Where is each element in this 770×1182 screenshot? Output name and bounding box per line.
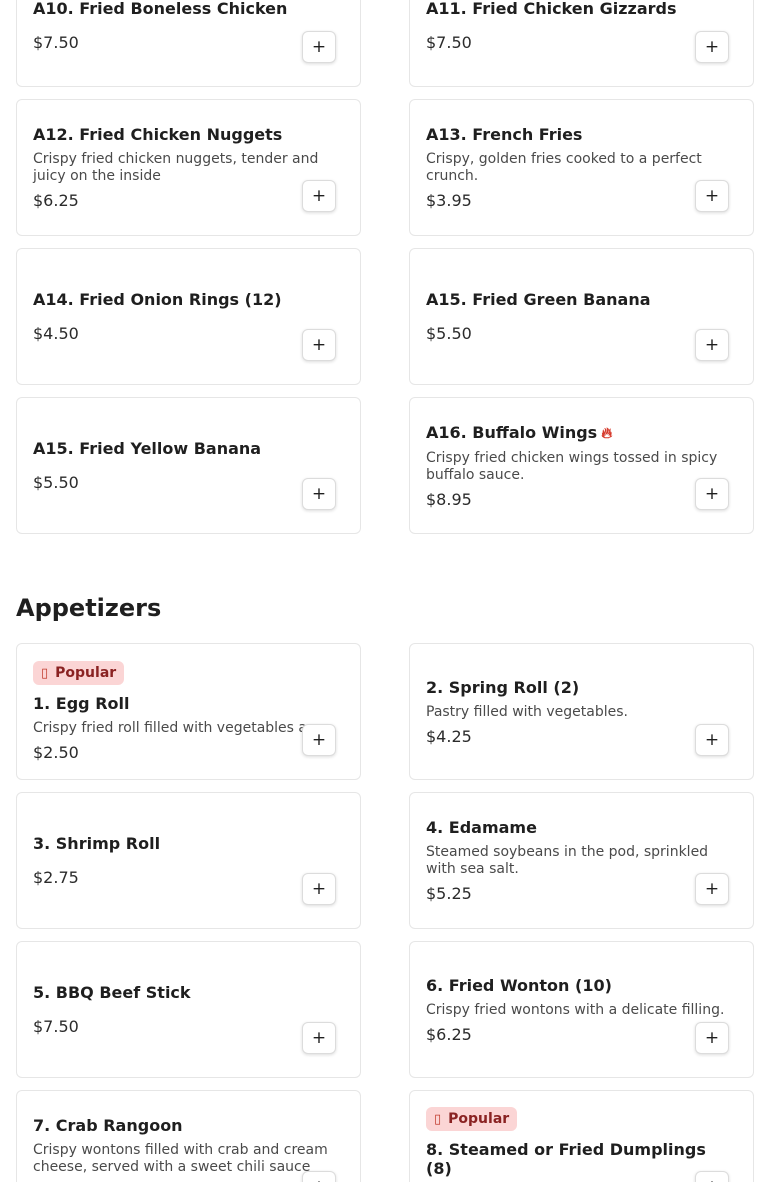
plus-icon: + [311, 36, 327, 57]
item-name: 4. Edamame [426, 818, 537, 837]
item-price: $8.95 [426, 489, 472, 509]
plus-icon: + [311, 1027, 327, 1048]
item-description: Crispy fried wontons with a delicate fil… [426, 1001, 725, 1018]
add-to-cart-button[interactable]: + [695, 180, 729, 212]
item-price: $7.50 [33, 1017, 79, 1036]
add-to-cart-button[interactable]: + [695, 873, 729, 905]
item-price: $5.25 [426, 884, 472, 903]
item-price: $7.50 [426, 33, 472, 52]
plus-icon: + [705, 1178, 719, 1182]
item-name: 2. Spring Roll (2) [426, 677, 580, 697]
item-description: Steamed soybeans in the pod, sprinkled w… [426, 844, 709, 877]
flame-icon: 🔥︎ [601, 423, 613, 442]
plus-icon: + [311, 483, 327, 504]
menu-item-card[interactable]: A11. Fried Chicken Gizzards $7.50 + [409, 0, 754, 87]
menu-item-card[interactable]: A15. Fried Yellow Banana $5.50 + [16, 397, 361, 534]
menu-item-card[interactable]: A10. Fried Boneless Chicken $7.50 + [16, 0, 361, 87]
item-name: A15. Fried Green Banana [426, 290, 651, 309]
add-to-cart-button[interactable]: + [695, 724, 729, 756]
item-description: Pastry filled with vegetables. [426, 703, 628, 720]
menu-item-card[interactable]: 6. Fried Wonton (10) Crispy fried wonton… [409, 941, 754, 1078]
item-description: Crispy fried chicken wings tossed in spi… [426, 449, 718, 483]
plus-icon: + [704, 878, 720, 899]
section-heading-appetizers: Appetizers [16, 594, 162, 622]
add-to-cart-button[interactable]: + [302, 873, 336, 905]
plus-icon: + [704, 1027, 720, 1048]
plus-icon: + [704, 483, 720, 504]
plus-icon: + [312, 1178, 326, 1182]
fire-icon: ▯ [434, 1111, 442, 1127]
item-description: Crispy, golden fries cooked to a perfect… [426, 151, 702, 184]
popular-badge: ▯ Popular [426, 1107, 518, 1131]
item-name: 1. Egg Roll [33, 694, 130, 713]
item-price: $6.25 [426, 1024, 472, 1044]
item-name: 7. Crab Rangoon [33, 1116, 183, 1135]
item-description: Crispy fried chicken nuggets, tender and… [33, 151, 319, 184]
item-name: 8. Steamed or Fried Dumplings (8) [426, 1140, 706, 1178]
badge-label: Popular [55, 665, 117, 681]
plus-icon: + [311, 334, 327, 355]
add-to-cart-button[interactable]: + [302, 31, 336, 63]
item-price: $2.50 [33, 743, 79, 762]
add-to-cart-button[interactable]: + [695, 1171, 729, 1182]
item-name: A10. Fried Boneless Chicken [33, 0, 288, 18]
add-to-cart-button[interactable]: + [695, 1022, 729, 1054]
item-name: 6. Fried Wonton (10) [426, 975, 612, 995]
menu-item-card[interactable]: 7. Crab Rangoon Crispy wontons filled wi… [16, 1090, 361, 1182]
add-to-cart-button[interactable]: + [302, 1171, 336, 1182]
add-to-cart-button[interactable]: + [302, 329, 336, 361]
item-name: 5. BBQ Beef Stick [33, 983, 191, 1002]
menu-item-card[interactable]: 5. BBQ Beef Stick $7.50 + [16, 941, 361, 1078]
item-name: A14. Fried Onion Rings (12) [33, 290, 282, 309]
plus-icon: + [704, 185, 720, 206]
item-price: $6.25 [33, 191, 79, 210]
add-to-cart-button[interactable]: + [302, 724, 336, 756]
item-price: $7.50 [33, 33, 79, 52]
plus-icon: + [704, 334, 720, 355]
add-to-cart-button[interactable]: + [695, 329, 729, 361]
add-to-cart-button[interactable]: + [695, 478, 729, 510]
item-name: A16. Buffalo Wings [426, 422, 598, 442]
add-to-cart-button[interactable]: + [302, 1022, 336, 1054]
menu-item-card[interactable]: A16. Buffalo Wings 🔥︎ Crispy fried chicke… [409, 397, 754, 534]
menu-item-card[interactable]: ▯ Popular 8. Steamed or Fried Dumplings (… [409, 1090, 754, 1182]
add-to-cart-button[interactable]: + [302, 180, 336, 212]
item-name: A15. Fried Yellow Banana [33, 439, 262, 458]
menu-item-card[interactable]: A14. Fried Onion Rings (12) $4.50 + [16, 248, 361, 385]
item-price: $5.50 [33, 473, 79, 492]
menu-item-card[interactable]: A12. Fried Chicken Nuggets Crispy fried … [16, 99, 361, 236]
item-description: Crispy wontons filled with crab and crea… [33, 1142, 328, 1175]
menu-item-card[interactable]: 2. Spring Roll (2) Pastry filled with ve… [409, 643, 754, 780]
popular-badge: ▯ Popular [33, 661, 125, 685]
item-name: A13. French Fries [426, 125, 583, 144]
plus-icon: + [704, 729, 720, 750]
plus-icon: + [311, 185, 327, 206]
menu-item-card[interactable]: A15. Fried Green Banana $5.50 + [409, 248, 754, 385]
item-price: $3.95 [426, 191, 472, 210]
item-description: Crispy fried roll filled with vegetables… [33, 720, 321, 736]
menu-item-card[interactable]: ▯ Popular 1. Egg Roll Crispy fried roll f… [16, 643, 361, 780]
item-name-row: A16. Buffalo Wings 🔥︎ [426, 423, 737, 443]
add-to-cart-button[interactable]: + [695, 31, 729, 63]
item-name: 3. Shrimp Roll [33, 834, 161, 853]
menu-item-card[interactable]: A13. French Fries Crispy, golden fries c… [409, 99, 754, 236]
plus-icon: + [311, 878, 327, 899]
item-price: $2.75 [33, 868, 79, 887]
item-name: A12. Fried Chicken Nuggets [33, 125, 283, 144]
menu-item-card[interactable]: 3. Shrimp Roll $2.75 + [16, 792, 361, 929]
add-to-cart-button[interactable]: + [302, 478, 336, 510]
item-price: $4.50 [33, 324, 79, 343]
item-price: $5.50 [426, 324, 472, 343]
plus-icon: + [704, 36, 720, 57]
badge-label: Popular [448, 1111, 510, 1127]
item-name: A11. Fried Chicken Gizzards [426, 0, 677, 18]
menu-item-card[interactable]: 4. Edamame Steamed soybeans in the pod, … [409, 792, 754, 929]
fire-icon: ▯ [41, 665, 49, 681]
plus-icon: + [311, 729, 327, 750]
item-price: $4.25 [426, 726, 472, 746]
